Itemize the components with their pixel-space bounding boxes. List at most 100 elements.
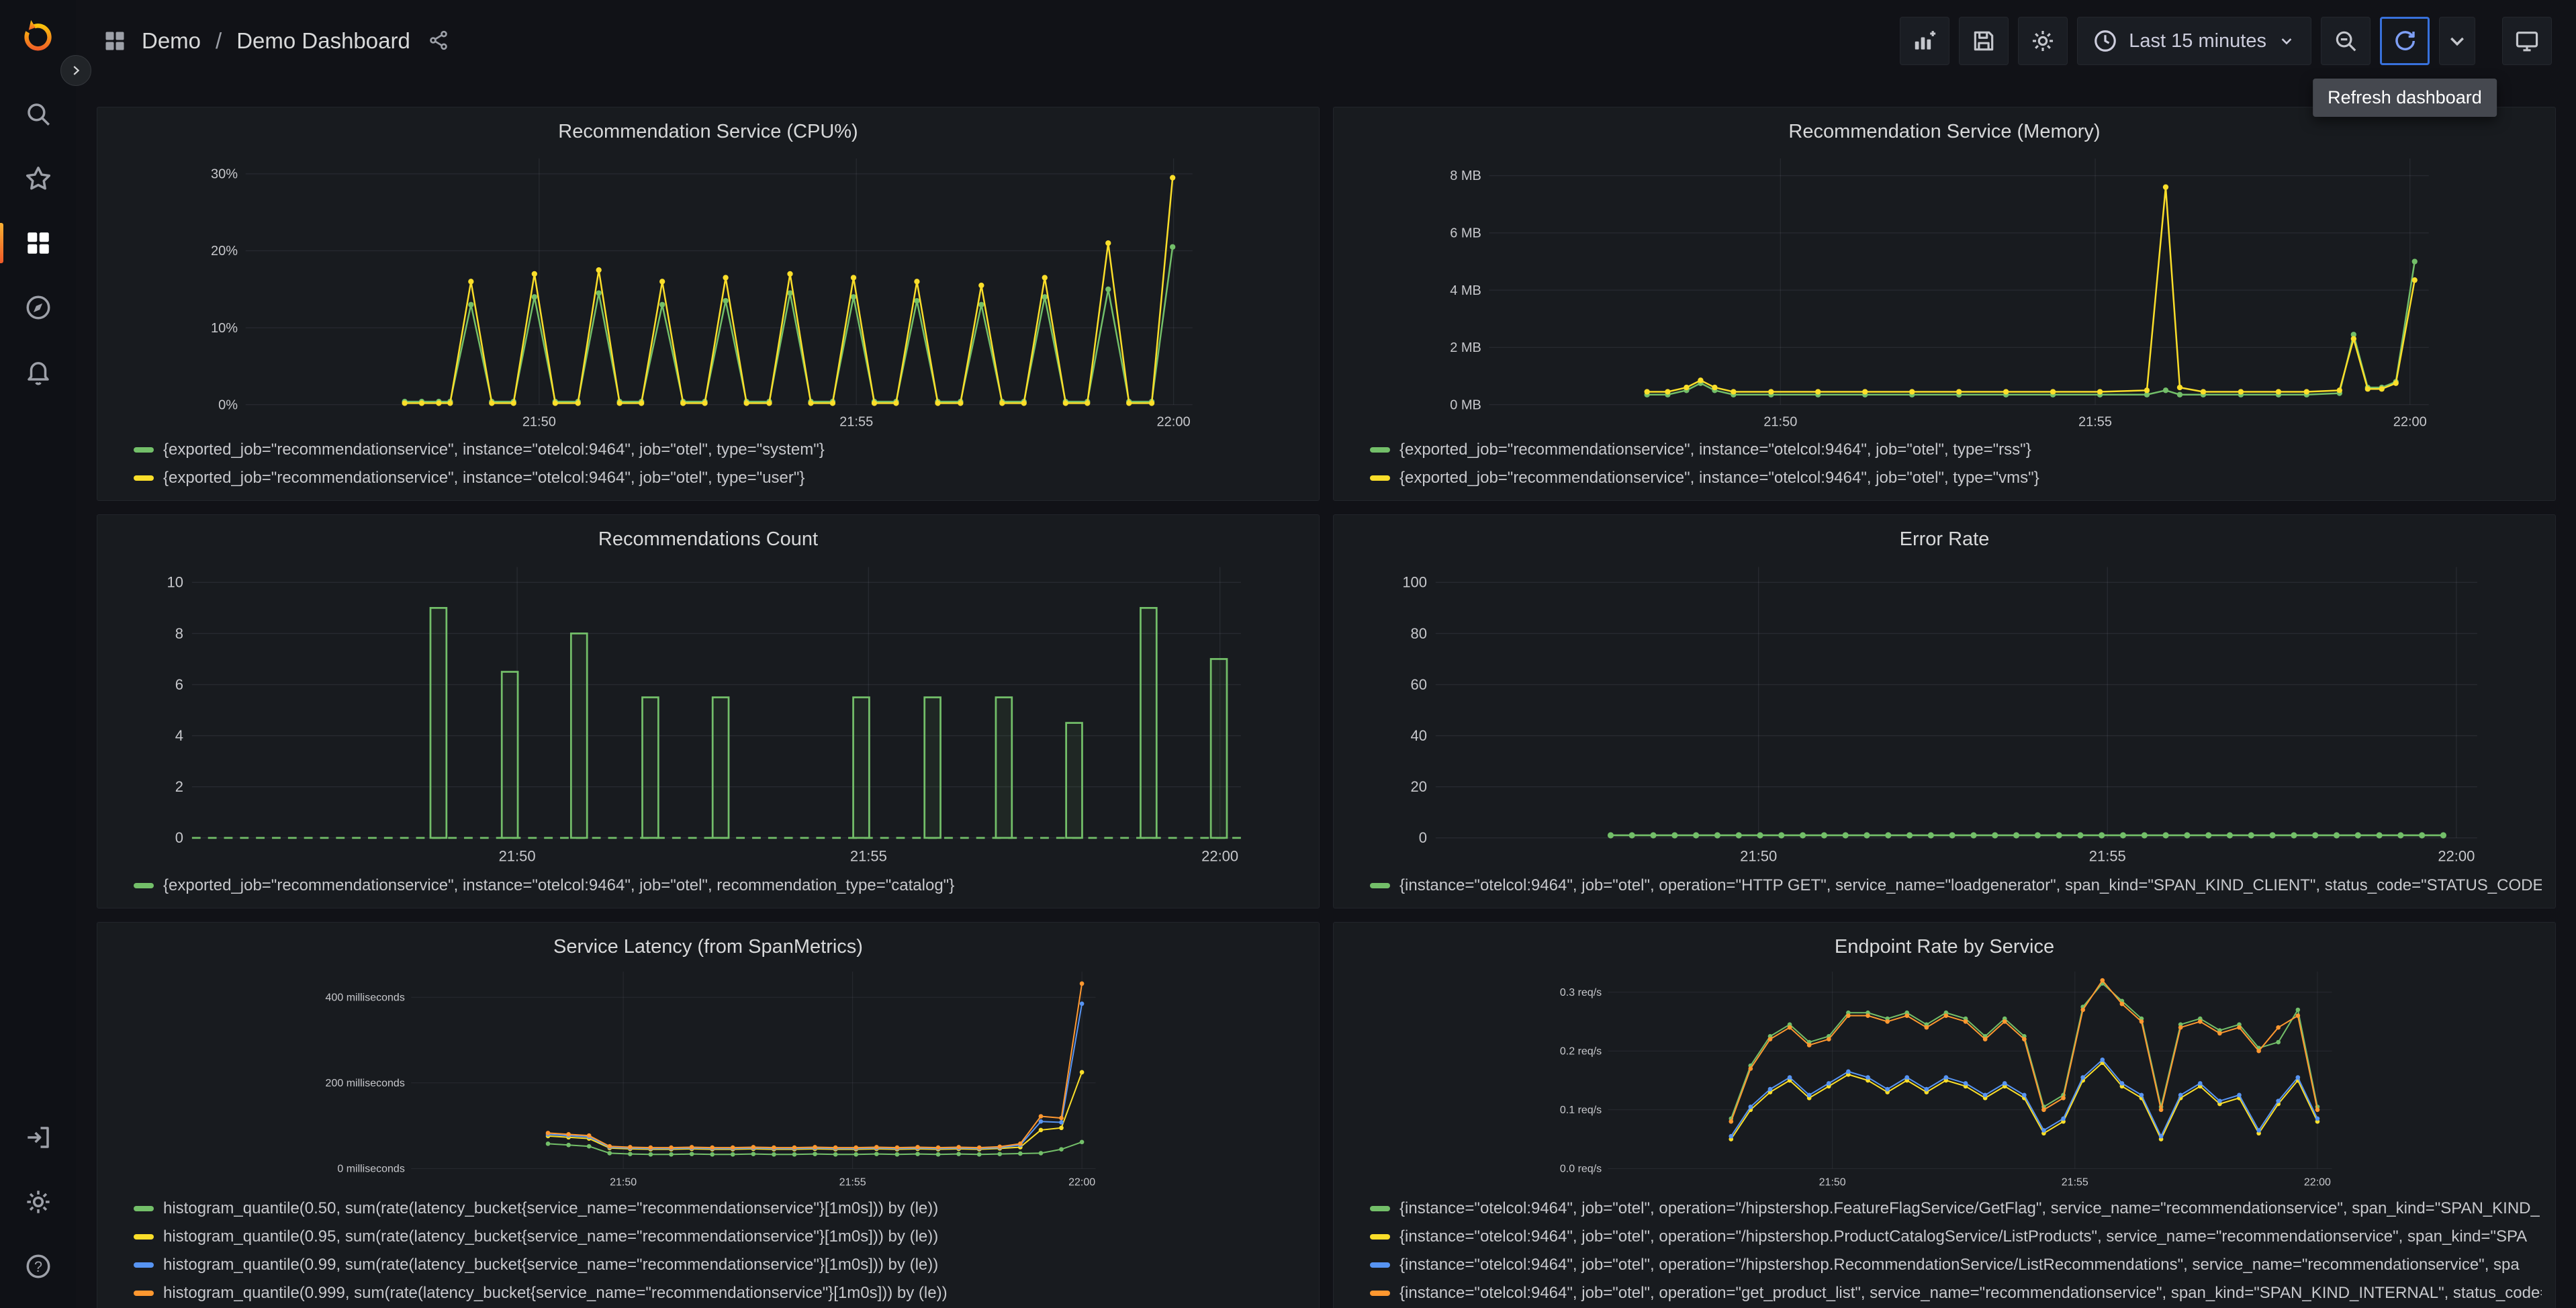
- legend-item[interactable]: {exported_job="recommendationservice", i…: [1370, 464, 2542, 492]
- sidebar-item-sign-in[interactable]: [0, 1105, 76, 1170]
- legend-marker: [1370, 1234, 1390, 1240]
- svg-text:22:00: 22:00: [2438, 848, 2475, 865]
- gear-icon: [24, 1188, 52, 1216]
- legend-item[interactable]: histogram_quantile(0.999, sum(rate(laten…: [134, 1279, 1305, 1307]
- svg-text:2: 2: [175, 778, 183, 795]
- legend-item[interactable]: {instance="otelcol:9464", job="otel", op…: [1370, 1279, 2542, 1307]
- svg-text:0: 0: [175, 829, 183, 846]
- legend-item[interactable]: {instance="otelcol:9464", job="otel", op…: [1370, 1223, 2542, 1251]
- monitor-icon: [2514, 28, 2540, 54]
- legend-label: {exported_job="recommendationservice", i…: [1399, 440, 2031, 459]
- save-dashboard-button[interactable]: [1959, 17, 2009, 65]
- legend-label: histogram_quantile(0.50, sum(rate(latenc…: [163, 1199, 939, 1217]
- legend-item[interactable]: {instance="otelcol:9464", job="otel", op…: [1370, 1251, 2542, 1279]
- legend-marker: [1370, 883, 1390, 888]
- svg-text:22:00: 22:00: [1068, 1177, 1095, 1188]
- legend-item[interactable]: {exported_job="recommendationservice", i…: [1370, 436, 2542, 464]
- legend-marker: [1370, 1262, 1390, 1268]
- sidebar-item-alerting[interactable]: [0, 340, 76, 404]
- svg-text:60: 60: [1411, 676, 1427, 693]
- save-dashboard-icon: [1971, 28, 1996, 54]
- refresh-tooltip: Refresh dashboard: [2313, 79, 2497, 117]
- refresh-interval-dropdown[interactable]: [2439, 17, 2475, 65]
- legend-item[interactable]: {exported_job="recommendationservice", i…: [134, 436, 1305, 464]
- sidebar-item-starred[interactable]: [0, 146, 76, 211]
- svg-text:8: 8: [175, 625, 183, 642]
- svg-text:21:50: 21:50: [499, 848, 536, 865]
- legend-marker: [1370, 447, 1390, 453]
- svg-text:10%: 10%: [211, 321, 238, 336]
- legend-label: {instance="otelcol:9464", job="otel", op…: [1399, 1256, 2520, 1274]
- legend-marker: [134, 883, 154, 888]
- zoom-out-button[interactable]: [2321, 17, 2371, 65]
- legend-item[interactable]: {exported_job="recommendationservice", i…: [134, 872, 1305, 900]
- panel-grid: Recommendation Service (CPU%) 0% 10% 20% 30…: [97, 107, 2556, 1308]
- legend-marker: [134, 1262, 154, 1268]
- clock-icon: [2092, 28, 2118, 54]
- svg-text:0.0 req/s: 0.0 req/s: [1560, 1164, 1602, 1175]
- grafana-logo[interactable]: [18, 15, 58, 55]
- cycle-view-mode-button[interactable]: [2502, 17, 2552, 65]
- panel-title[interactable]: Service Latency (from SpanMetrics): [111, 936, 1305, 958]
- refresh-dashboard-button[interactable]: [2380, 17, 2430, 65]
- dashboard-settings-button[interactable]: [2018, 17, 2068, 65]
- time-range-picker[interactable]: Last 15 minutes: [2077, 17, 2311, 65]
- svg-text:0 MB: 0 MB: [1450, 398, 1481, 412]
- share-icon[interactable]: [428, 30, 451, 52]
- legend-marker: [1370, 1291, 1390, 1296]
- refresh-icon: [2392, 28, 2418, 54]
- chart-count[interactable]: 0 2 4 6 8 10 21:50 21:55 22:00: [111, 556, 1305, 866]
- sidebar-item-dashboards[interactable]: [0, 211, 76, 275]
- sidebar-item-server-admin[interactable]: [0, 1170, 76, 1234]
- dashboard-toolbar: Last 15 minutes Refresh dashboard: [1900, 17, 2552, 117]
- legend-item[interactable]: {exported_job="recommendationservice", i…: [134, 464, 1305, 492]
- breadcrumb-section[interactable]: Demo: [142, 28, 201, 54]
- legend-marker: [1370, 1206, 1390, 1211]
- panel-title[interactable]: Recommendations Count: [111, 528, 1305, 551]
- legend-item[interactable]: {instance="otelcol:9464", job="otel", op…: [1370, 1195, 2542, 1223]
- legend-item[interactable]: {instance="otelcol:9464", job="otel", op…: [1370, 872, 2542, 900]
- panel-endpoint-rate: Endpoint Rate by Service 0.0 req/s 0.1 re…: [1333, 922, 2556, 1308]
- chart-latency[interactable]: 0 milliseconds 200 milliseconds 400 millis…: [111, 964, 1305, 1189]
- svg-text:21:50: 21:50: [610, 1177, 637, 1188]
- add-panel-icon: [1912, 28, 1937, 54]
- svg-text:400 milliseconds: 400 milliseconds: [326, 992, 405, 1004]
- sidebar-item-explore[interactable]: [0, 275, 76, 340]
- legend-label: histogram_quantile(0.999, sum(rate(laten…: [163, 1284, 948, 1302]
- add-panel-button[interactable]: [1900, 17, 1950, 65]
- chart-endpoint-rate[interactable]: 0.0 req/s 0.1 req/s 0.2 req/s 0.3 req/s 21:5…: [1347, 964, 2542, 1189]
- svg-text:0.1 req/s: 0.1 req/s: [1560, 1105, 1602, 1116]
- svg-text:40: 40: [1411, 727, 1427, 744]
- svg-text:20%: 20%: [211, 244, 238, 259]
- panel-title[interactable]: Recommendation Service (Memory): [1347, 121, 2542, 143]
- chart-memory[interactable]: 0 MB 2 MB 4 MB 6 MB 8 MB 21:50 21:55 22:00: [1347, 148, 2542, 430]
- sidebar-item-help[interactable]: ?: [0, 1234, 76, 1299]
- panel-legend: {exported_job="recommendationservice", i…: [1347, 430, 2542, 494]
- panel-title[interactable]: Endpoint Rate by Service: [1347, 936, 2542, 958]
- chevron-right-icon: [68, 63, 83, 78]
- panel-error-rate: Error Rate 0 20 40 60 80 100 21:50 21:55 22:00 {…: [1333, 514, 2556, 908]
- svg-text:22:00: 22:00: [2393, 414, 2427, 429]
- panel-title[interactable]: Error Rate: [1347, 528, 2542, 551]
- legend-marker: [134, 1291, 154, 1296]
- panel-recommendations-count: Recommendations Count 0 2 4 6 8 10 21:50 21:55 2…: [97, 514, 1320, 908]
- compass-icon: [24, 293, 52, 322]
- legend-item[interactable]: histogram_quantile(0.95, sum(rate(latenc…: [134, 1223, 1305, 1251]
- sidebar-bottom-group: ?: [0, 1105, 76, 1299]
- svg-text:21:55: 21:55: [2062, 1177, 2088, 1188]
- svg-text:2 MB: 2 MB: [1450, 340, 1481, 355]
- breadcrumb: Demo / Demo Dashboard: [103, 28, 451, 54]
- svg-text:200 milliseconds: 200 milliseconds: [326, 1078, 405, 1089]
- panel-title[interactable]: Recommendation Service (CPU%): [111, 121, 1305, 143]
- svg-text:21:55: 21:55: [2089, 848, 2126, 865]
- grafana-app: ? Demo / Demo Dashboard Last 15 minutes …: [0, 0, 2576, 1308]
- legend-label: {instance="otelcol:9464", job="otel", op…: [1399, 1227, 2528, 1246]
- sidebar-item-search[interactable]: [0, 82, 76, 146]
- chart-error-rate[interactable]: 0 20 40 60 80 100 21:50 21:55 22:00: [1347, 556, 2542, 866]
- legend-item[interactable]: histogram_quantile(0.50, sum(rate(latenc…: [134, 1195, 1305, 1223]
- breadcrumb-page[interactable]: Demo Dashboard: [236, 28, 410, 54]
- chart-cpu[interactable]: 0% 10% 20% 30% 21:50 21:55 22:00: [111, 148, 1305, 430]
- sidebar-expand-button[interactable]: [60, 55, 91, 86]
- svg-text:21:55: 21:55: [2078, 414, 2112, 429]
- legend-item[interactable]: histogram_quantile(0.99, sum(rate(latenc…: [134, 1251, 1305, 1279]
